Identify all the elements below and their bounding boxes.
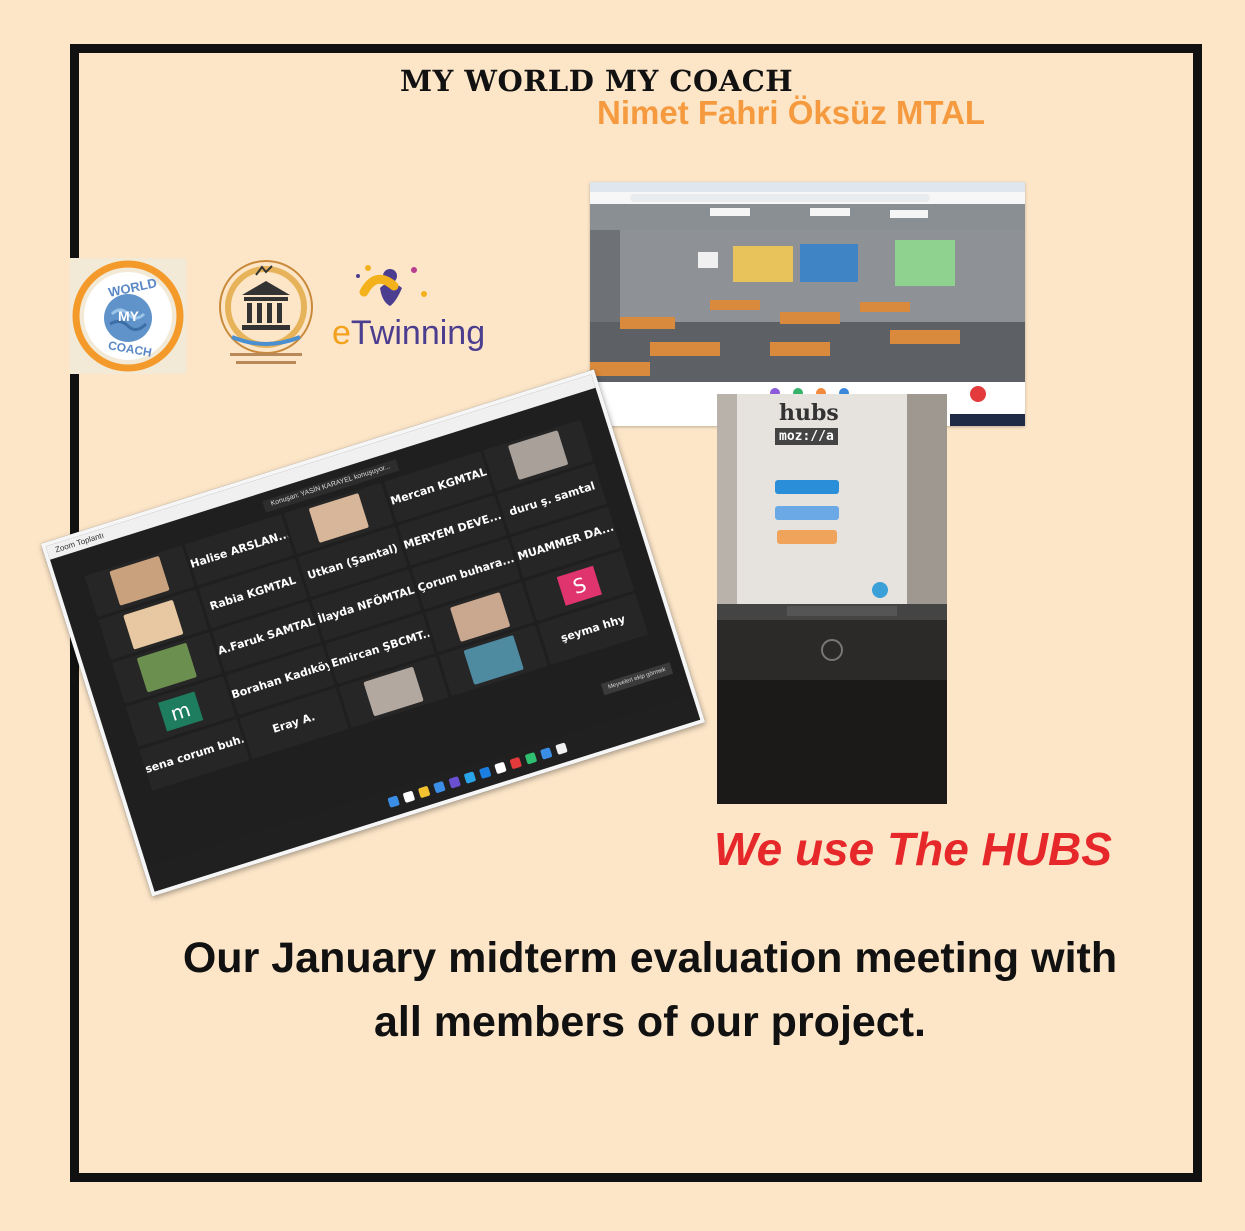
logo-text-my: MY [118,308,139,324]
taskbar-app-icon [463,771,477,784]
caption: Our January midterm evaluation meeting w… [120,926,1180,1054]
etwinning-rest: Twinning [350,314,486,352]
etwinning-wordmark: eTwinning [332,314,485,353]
taskbar-app-icon [478,766,492,779]
taskbar-app-icon [417,785,431,799]
hubs-brand: hubs [779,400,839,426]
participant-avatar-letter: S [556,565,603,606]
taskbar-app-icon [509,756,523,770]
participant-video [508,430,569,481]
taskbar-app-icon [555,742,568,755]
mozilla-brand: moz://a [775,428,838,445]
taskbar-app-icon [524,752,538,765]
taskbar-app-icon [448,776,461,789]
participant-video [363,666,424,717]
etwinning-logo: eTwinning [328,258,485,358]
school-crest-logo [212,255,320,375]
poster-subtitle: Nimet Fahri Öksüz MTAL [597,94,986,131]
taskbar-app-icon [494,761,507,775]
caption-line-1: Our January midterm evaluation meeting w… [182,934,1118,982]
hubs-classroom-screenshot [590,182,1025,426]
participant-avatar-letter: m [157,691,204,732]
etwinning-e: e [332,314,351,352]
taskbar-app-icon [402,790,416,804]
participant-video [463,635,524,686]
taskbar-app-icon [433,780,446,794]
caption-line-2: all members of our project. [374,998,926,1046]
participant-video [109,556,170,607]
hubs-laptop-photo: hubs moz://a [717,394,947,804]
tagline: We use The HUBS [714,823,1112,875]
taskbar-app-icon [539,747,553,760]
my-world-my-coach-logo: WORLD MY COACH [70,258,186,374]
participant-video [308,493,370,544]
poster-title: MY WORLD MY COACH [400,64,794,98]
participant-video [136,642,197,693]
taskbar-app-icon [387,795,400,808]
